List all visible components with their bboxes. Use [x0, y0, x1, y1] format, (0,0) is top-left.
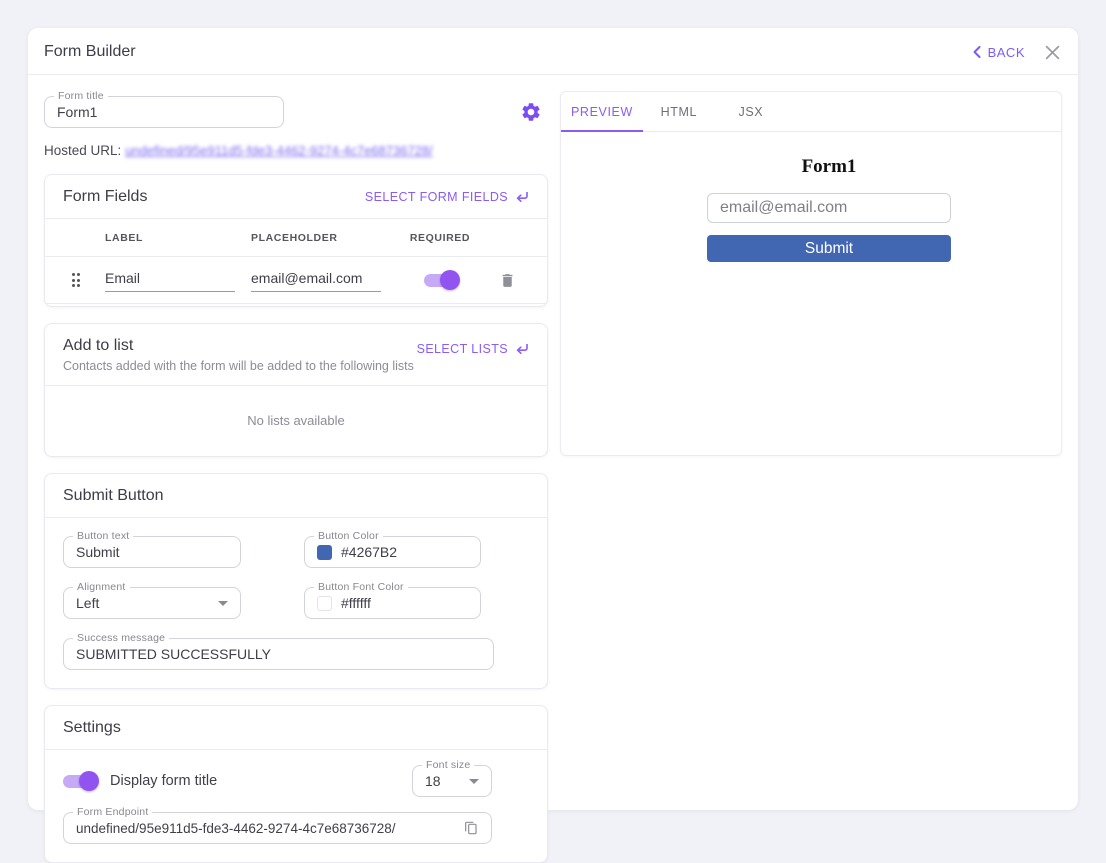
alignment-label: Alignment [73, 581, 130, 593]
chevron-left-icon [972, 46, 981, 58]
form-endpoint-label: Form Endpoint [73, 806, 153, 818]
button-color-value: #4267B2 [341, 544, 398, 560]
back-button[interactable]: BACK [972, 45, 1025, 60]
hosted-url-label: Hosted URL: [44, 143, 122, 158]
preview-submit-button[interactable]: Submit [707, 235, 951, 262]
drag-handle-icon[interactable] [71, 273, 81, 287]
form-fields-card: Form Fields SELECT FORM FIELDS LABEL PLA… [44, 174, 548, 307]
add-to-list-subtitle: Contacts added with the form will be add… [63, 359, 414, 373]
caret-down-icon [469, 778, 479, 784]
display-form-title-label: Display form title [110, 773, 218, 789]
copy-icon[interactable] [463, 820, 479, 836]
form-field-row [45, 257, 547, 303]
font-size-select[interactable]: Font size 18 [412, 759, 492, 797]
font-size-label: Font size [422, 759, 475, 771]
display-form-title-toggle[interactable] [63, 770, 99, 791]
select-lists-button[interactable]: SELECT LISTS [417, 342, 529, 356]
alignment-select[interactable]: Alignment Left [63, 581, 241, 619]
column-header-required: REQUIRED [409, 231, 471, 244]
font-size-value: 18 [425, 773, 441, 789]
app-header: Form Builder BACK [28, 28, 1078, 74]
success-message-input[interactable] [76, 646, 481, 662]
submit-button-card: Submit Button Button text Button Color #… [44, 473, 548, 689]
button-font-color-field[interactable]: Button Font Color #ffffff [304, 581, 481, 619]
button-text-field: Button text [63, 530, 241, 568]
select-lists-label: SELECT LISTS [416, 342, 508, 356]
page-title: Form Builder [44, 43, 136, 60]
settings-card: Settings Display form title Font size 18 [44, 705, 548, 863]
column-header-label: LABEL [105, 231, 143, 244]
button-color-label: Button Color [314, 530, 383, 542]
success-message-field: Success message [63, 632, 494, 670]
required-toggle[interactable] [424, 269, 460, 290]
caret-down-icon [218, 600, 228, 606]
preview-email-input[interactable] [707, 193, 951, 223]
back-label: BACK [987, 44, 1025, 60]
tab-html[interactable]: HTML [643, 92, 715, 131]
add-to-list-card: Add to list Contacts added with the form… [44, 323, 548, 457]
button-font-color-swatch [317, 595, 332, 611]
form-fields-title: Form Fields [63, 188, 148, 205]
select-form-fields-label: SELECT FORM FIELDS [364, 190, 508, 204]
submit-button-title: Submit Button [63, 487, 164, 504]
form-title-field: Form title [44, 90, 284, 128]
form-endpoint-input[interactable] [76, 820, 463, 836]
settings-title: Settings [63, 719, 121, 736]
preview-form: Form1 Submit [707, 156, 951, 262]
hosted-url-row: Hosted URL: undefined/95e911d5-fde3-4462… [44, 143, 548, 158]
alignment-value: Left [76, 595, 100, 611]
button-text-label: Button text [73, 530, 134, 542]
tab-jsx[interactable]: JSX [715, 92, 787, 131]
success-message-label: Success message [73, 632, 170, 644]
no-lists-message: No lists available [247, 413, 345, 428]
hosted-url-link[interactable]: undefined/95e911d5-fde3-4462-9274-4c7e68… [125, 143, 433, 158]
select-form-fields-button[interactable]: SELECT FORM FIELDS [365, 190, 529, 204]
form-builder-window: Form Builder BACK Form title Form1 Hoste… [28, 28, 1078, 863]
add-to-list-title: Add to list [63, 337, 134, 354]
tab-preview[interactable]: PREVIEW [561, 92, 643, 132]
form-title-label: Form title [54, 90, 108, 102]
return-arrow-icon [515, 191, 529, 203]
button-color-swatch [317, 544, 332, 560]
preview-tabs: PREVIEW HTML JSX [561, 92, 1061, 132]
return-arrow-icon [515, 343, 529, 355]
button-font-color-label: Button Font Color [314, 581, 408, 593]
form-title-input[interactable] [57, 104, 271, 120]
preview-panel: PREVIEW HTML JSX Form1 Submit [560, 91, 1062, 456]
field-label-input[interactable] [105, 268, 235, 292]
divider [45, 303, 547, 306]
close-icon[interactable] [1045, 45, 1060, 60]
column-header-placeholder: PLACEHOLDER [251, 231, 338, 244]
button-font-color-value: #ffffff [341, 595, 371, 611]
button-text-input[interactable] [76, 544, 228, 560]
trash-icon[interactable] [499, 272, 529, 289]
gear-icon[interactable] [520, 101, 542, 123]
form-endpoint-field: Form Endpoint [63, 806, 492, 844]
field-placeholder-input[interactable] [251, 268, 381, 292]
button-color-field[interactable]: Button Color #4267B2 [304, 530, 481, 568]
preview-form-title: Form1 [801, 156, 857, 177]
